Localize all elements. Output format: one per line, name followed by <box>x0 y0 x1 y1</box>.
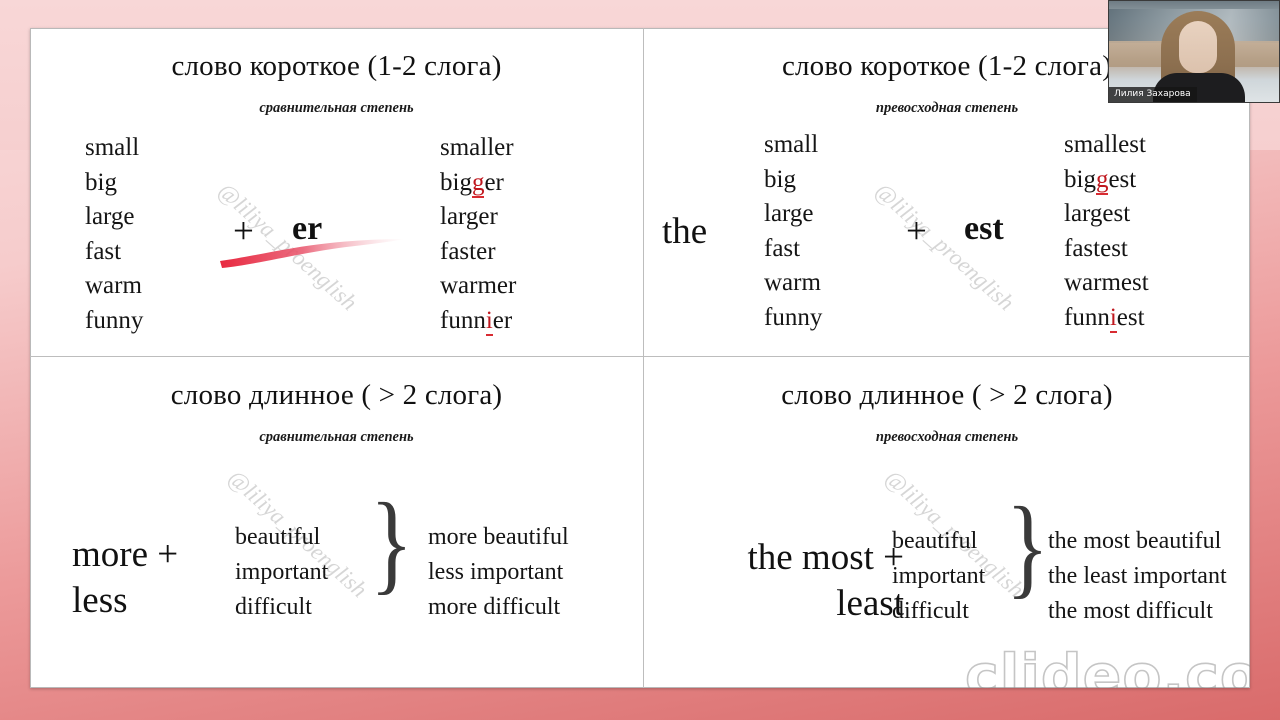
base-word: large <box>764 200 814 227</box>
result-word: fastest <box>1064 234 1128 262</box>
base-word: difficult <box>892 598 969 624</box>
result-word-list: smaller bigger larger faster warmer funn… <box>440 131 516 338</box>
base-word: small <box>764 131 819 158</box>
base-word: warm <box>85 272 142 299</box>
result-word: smallest <box>1064 131 1146 158</box>
base-word: important <box>892 563 986 589</box>
quadrant-title: слово длинное ( > 2 слога) <box>781 379 1113 411</box>
modifier-line-1: more + <box>72 534 179 575</box>
webcam-overlay[interactable]: Лилия Захарова <box>1108 0 1280 103</box>
plus-sign: + <box>906 211 927 252</box>
base-word: small <box>85 134 140 161</box>
result-word: the least important <box>1048 563 1227 589</box>
modifier-line-1: the most + <box>747 537 904 578</box>
result-word-list: the most beautiful the least important t… <box>1048 524 1227 629</box>
base-word-list: small big large fast warm funny <box>85 131 143 338</box>
quadrant-subtitle: сравнительная степень <box>259 100 414 116</box>
modifier-line-2: least <box>836 583 904 624</box>
result-word: bigger <box>440 168 504 198</box>
result-word: the most difficult <box>1048 598 1213 624</box>
curly-brace-icon: } <box>1006 485 1050 609</box>
result-word: faster <box>440 237 496 265</box>
base-word: funny <box>85 306 144 334</box>
plus-sign: + <box>233 211 254 252</box>
modifier-line-2: less <box>72 580 128 621</box>
base-word: beautiful <box>235 524 321 550</box>
modifier-block: the most + least <box>674 535 904 627</box>
result-word: biggest <box>1064 165 1137 195</box>
base-word: difficult <box>235 594 312 620</box>
base-word: funny <box>764 303 823 331</box>
base-word: fast <box>764 234 801 262</box>
result-word: the most beautiful <box>1048 528 1222 554</box>
base-word: fast <box>85 237 122 265</box>
base-word: big <box>85 168 117 196</box>
suffix-er: er <box>292 210 323 247</box>
result-word: largest <box>1064 200 1131 227</box>
webcam-person-face <box>1179 21 1217 73</box>
presentation-slide: слово короткое (1-2 слога) сравнительная… <box>30 28 1250 688</box>
quadrant-subtitle: сравнительная степень <box>259 429 414 445</box>
result-word: funniest <box>1064 303 1145 333</box>
result-word-list: more beautiful less important more diffi… <box>428 520 569 625</box>
quadrant-subtitle: превосходная степень <box>875 429 1019 445</box>
result-word: more beautiful <box>428 524 569 550</box>
quadrant-long-comparative: слово длинное ( > 2 слога) сравнительная… <box>30 357 643 688</box>
quadrant-short-comparative: слово короткое (1-2 слога) сравнительная… <box>30 28 643 356</box>
screenshot-root: слово короткое (1-2 слога) сравнительная… <box>0 0 1280 720</box>
suffix-est: est <box>964 210 1004 247</box>
result-word: larger <box>440 203 498 230</box>
base-word: large <box>85 203 135 230</box>
result-word: smaller <box>440 134 514 161</box>
modifier-block: more + less <box>72 532 178 624</box>
base-word: beautiful <box>892 528 978 554</box>
base-word: important <box>235 559 329 585</box>
base-word-list: small big large fast warm funny <box>764 128 822 335</box>
article-the: the <box>662 211 708 252</box>
base-word-list: beautiful important difficult <box>892 524 985 629</box>
result-word: warmer <box>440 272 517 299</box>
participant-name-label: Лилия Захарова <box>1109 87 1197 102</box>
quadrant-long-superlative: слово длинное ( > 2 слога) превосходная … <box>644 357 1250 688</box>
quadrant-title: слово длинное ( > 2 слога) <box>170 379 503 411</box>
curly-brace-icon: } <box>370 481 414 605</box>
quadrant-title: слово короткое (1-2 слога) <box>171 50 502 82</box>
result-word: warmest <box>1064 269 1149 296</box>
result-word: less important <box>428 559 564 585</box>
result-word: more difficult <box>428 594 561 620</box>
result-word: funnier <box>440 306 513 336</box>
base-word-list: beautiful important difficult <box>235 520 328 625</box>
result-word-list: smallest biggest largest fastest warmest… <box>1064 128 1149 335</box>
base-word: warm <box>764 269 821 296</box>
base-word: big <box>764 165 796 193</box>
